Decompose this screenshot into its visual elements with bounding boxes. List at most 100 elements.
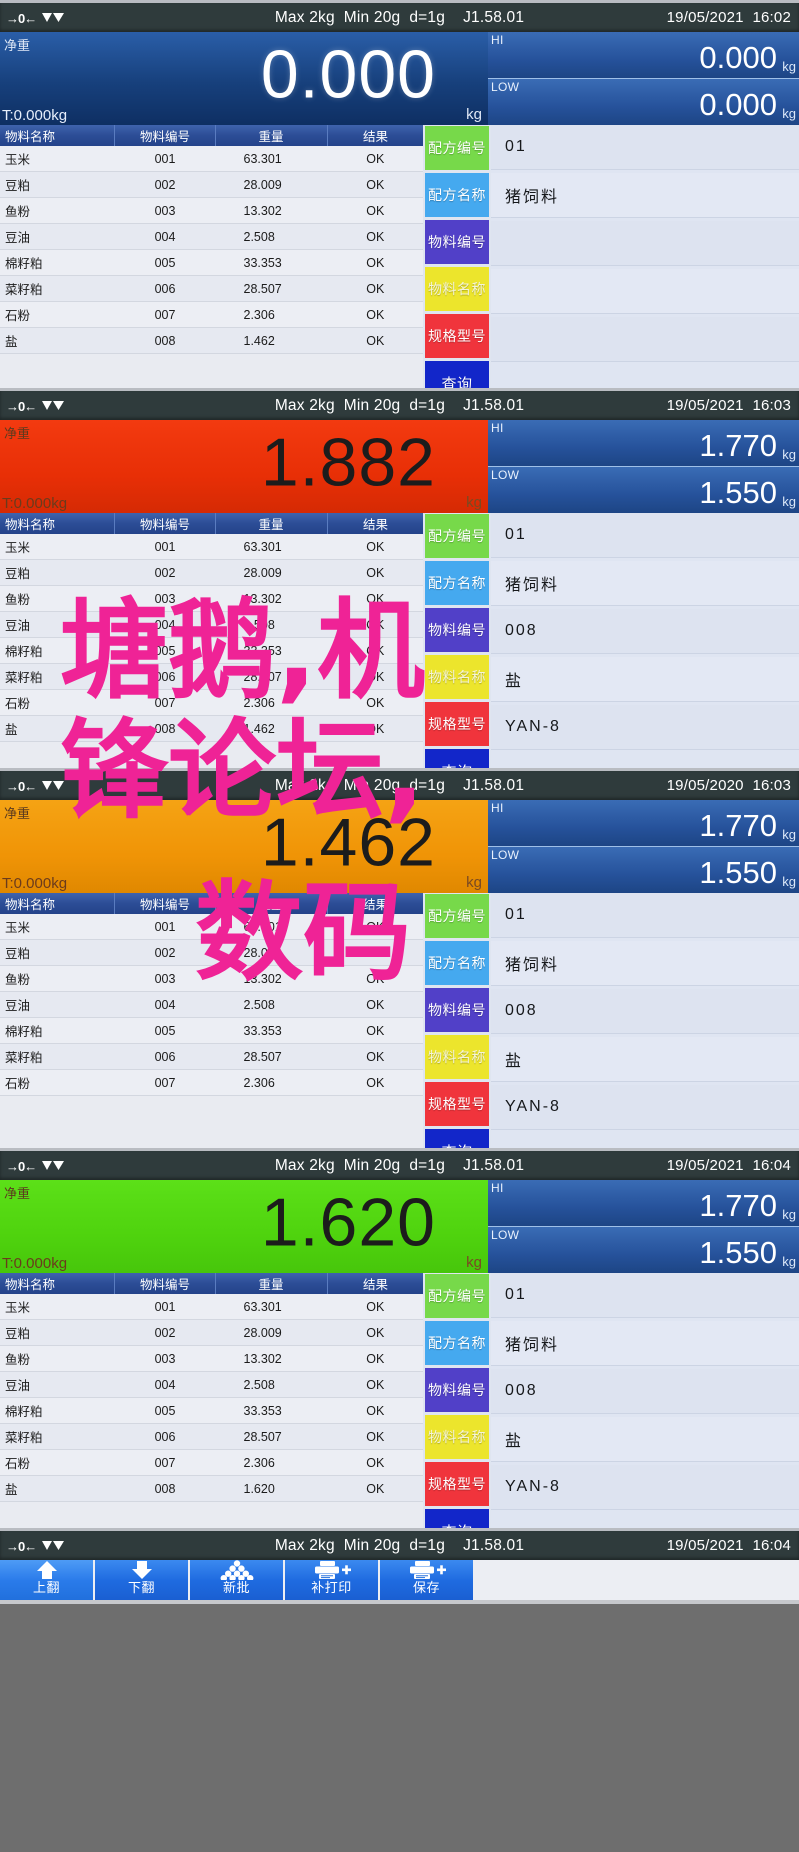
side-button-formula_no[interactable]: 配方编号 <box>425 1274 489 1318</box>
table-row[interactable]: 豆粕 002 28.009 OK <box>0 939 423 966</box>
side-button-spec_model[interactable]: 规格型号 <box>425 702 489 746</box>
table-row[interactable]: 豆粕 002 28.009 OK <box>0 559 423 586</box>
table-row[interactable]: 豆粕 002 28.009 OK <box>0 171 423 198</box>
side-button-spec_model[interactable]: 规格型号 <box>425 1082 489 1126</box>
toolbar-button-new_batch[interactable]: 新批 <box>190 1557 283 1600</box>
net-weight-display: 净重 1.620 T:0.000kg kg <box>0 1180 488 1273</box>
table-row[interactable]: 鱼粉 003 13.302 OK <box>0 585 423 612</box>
table-row[interactable]: 豆粕 002 28.009 OK <box>0 1319 423 1346</box>
table-row[interactable]: 盐 008 1.462 OK <box>0 715 423 742</box>
side-value-spec_model: YAN-8 <box>491 1465 799 1510</box>
table-row[interactable]: 鱼粉 003 13.302 OK <box>0 1345 423 1372</box>
table-row[interactable]: 菜籽粕 006 28.507 OK <box>0 275 423 302</box>
cell-weight: 28.507 <box>215 1423 328 1450</box>
panel-body: 物料名称 物料编号 重量 结果 玉米 001 63.301 OK 豆粕 002 28.009 OK 鱼粉… <box>0 513 799 795</box>
table-row[interactable]: 棉籽粕 005 33.353 OK <box>0 1397 423 1424</box>
table-row[interactable]: 棉籽粕 005 33.353 OK <box>0 249 423 276</box>
table-row[interactable]: 豆油 004 2.508 OK <box>0 1371 423 1398</box>
table-row[interactable]: 玉米 001 63.301 OK <box>0 534 423 560</box>
hi-low-limits: HI 1.770 kg LOW 1.550 kg <box>488 1180 799 1273</box>
net-weight-display: 净重 0.000 T:0.000kg kg <box>0 32 488 125</box>
cell-material-code: 002 <box>114 1319 216 1346</box>
hi-limit-cell: HI 1.770 kg <box>488 800 799 847</box>
side-button-material_no[interactable]: 物料编号 <box>425 1368 489 1412</box>
stack-pile-icon <box>220 1560 254 1580</box>
datetime-text: 19/05/2021 16:03 <box>666 397 791 414</box>
toolbar-button-reprint[interactable]: 补打印 <box>285 1557 378 1600</box>
net-weight-label: 净重 <box>4 38 31 53</box>
side-button-formula_name[interactable]: 配方名称 <box>425 173 489 217</box>
table-row[interactable]: 菜籽粕 006 28.507 OK <box>0 1043 423 1070</box>
cell-material-name: 豆油 <box>0 223 115 250</box>
side-button-material_no[interactable]: 物料编号 <box>425 220 489 264</box>
side-button-column: 配方编号配方名称物料编号物料名称规格型号查询 <box>423 125 491 407</box>
hi-low-limits: HI 0.000 kg LOW 0.000 kg <box>488 32 799 125</box>
low-limit-label: LOW <box>491 848 520 862</box>
table-row[interactable]: 玉米 001 63.301 OK <box>0 914 423 940</box>
toolbar-button-page_down[interactable]: 下翻 <box>95 1557 188 1600</box>
low-limit-unit: kg <box>782 106 796 121</box>
side-button-formula_no[interactable]: 配方编号 <box>425 894 489 938</box>
table-row[interactable]: 盐 008 1.462 OK <box>0 327 423 354</box>
material-table[interactable]: 物料名称 物料编号 重量 结果 玉米 001 63.301 OK 豆粕 002 28.009 OK 鱼粉… <box>0 125 423 407</box>
side-button-spec_model[interactable]: 规格型号 <box>425 1462 489 1506</box>
side-button-formula_name[interactable]: 配方名称 <box>425 941 489 985</box>
side-button-material_no[interactable]: 物料编号 <box>425 988 489 1032</box>
table-row[interactable]: 鱼粉 003 13.302 OK <box>0 965 423 992</box>
table-row[interactable]: 石粉 007 2.306 OK <box>0 1449 423 1476</box>
side-value-material_name: 盐 <box>491 1417 799 1462</box>
tare-value: T:0.000kg <box>2 1255 68 1272</box>
side-button-formula_no[interactable]: 配方编号 <box>425 514 489 558</box>
toolbar-button-page_up[interactable]: 上翻 <box>0 1557 93 1600</box>
material-table[interactable]: 物料名称 物料编号 重量 结果 玉米 001 63.301 OK 豆粕 002 28.009 OK 鱼粉… <box>0 893 423 1175</box>
table-row[interactable]: 鱼粉 003 13.302 OK <box>0 197 423 224</box>
net-weight-value: 1.462 <box>260 804 436 881</box>
cell-material-code: 007 <box>114 1449 216 1476</box>
table-row[interactable]: 豆油 004 2.508 OK <box>0 611 423 638</box>
side-value-column: 01 猪饲料 008 盐 YAN-8 <box>491 893 799 1175</box>
arrow-up-icon <box>34 1560 60 1580</box>
table-row[interactable]: 石粉 007 2.306 OK <box>0 1069 423 1096</box>
table-row[interactable]: 盐 008 1.620 OK <box>0 1475 423 1502</box>
cell-result: OK <box>327 1423 423 1450</box>
table-row[interactable]: 玉米 001 63.301 OK <box>0 146 423 172</box>
cell-material-name: 菜籽粕 <box>0 663 115 690</box>
toolbar-button-save[interactable]: 保存 <box>380 1557 473 1600</box>
cell-material-name: 石粉 <box>0 689 115 716</box>
side-button-material_no[interactable]: 物料编号 <box>425 608 489 652</box>
side-field-panel: 配方编号 配方名称 物料编号 物料名称 规格型号 查询 01 猪饲料 <box>423 125 799 407</box>
table-row[interactable]: 菜籽粕 006 28.507 OK <box>0 1423 423 1450</box>
material-table[interactable]: 物料名称 物料编号 重量 结果 玉米 001 63.301 OK 豆粕 002 28.009 OK 鱼粉… <box>0 1273 423 1555</box>
hi-limit-unit: kg <box>782 447 796 462</box>
cell-result: OK <box>327 1475 423 1502</box>
side-button-material_name[interactable]: 物料名称 <box>425 1035 489 1079</box>
table-row[interactable]: 石粉 007 2.306 OK <box>0 301 423 328</box>
side-button-material_name[interactable]: 物料名称 <box>425 655 489 699</box>
side-button-formula_no[interactable]: 配方编号 <box>425 126 489 170</box>
material-table[interactable]: 物料名称 物料编号 重量 结果 玉米 001 63.301 OK 豆粕 002 28.009 OK 鱼粉… <box>0 513 423 795</box>
table-row[interactable]: 石粉 007 2.306 OK <box>0 689 423 716</box>
side-button-spec_model[interactable]: 规格型号 <box>425 314 489 358</box>
side-button-formula_name[interactable]: 配方名称 <box>425 561 489 605</box>
cell-material-name: 菜籽粕 <box>0 275 115 302</box>
tare-value: T:0.000kg <box>2 875 68 892</box>
table-row[interactable]: 菜籽粕 006 28.507 OK <box>0 663 423 690</box>
cell-material-code: 005 <box>114 637 216 664</box>
cell-weight: 28.507 <box>215 663 328 690</box>
net-weight-unit: kg <box>466 874 482 891</box>
cell-weight: 1.620 <box>215 1475 328 1502</box>
side-button-formula_name[interactable]: 配方名称 <box>425 1321 489 1365</box>
cell-weight: 28.507 <box>215 275 328 302</box>
table-row[interactable]: 棉籽粕 005 33.353 OK <box>0 637 423 664</box>
cell-material-code: 003 <box>114 585 216 612</box>
side-button-material_name[interactable]: 物料名称 <box>425 267 489 311</box>
cell-material-code: 006 <box>114 1423 216 1450</box>
table-row[interactable]: 玉米 001 63.301 OK <box>0 1294 423 1320</box>
table-row[interactable]: 豆油 004 2.508 OK <box>0 223 423 250</box>
status-bar: →0← Max 2kg Min 20g d=1g J1.58.01 19/05/20… <box>0 391 799 420</box>
side-button-material_name[interactable]: 物料名称 <box>425 1415 489 1459</box>
cell-material-code: 005 <box>114 249 216 276</box>
net-weight-value: 1.620 <box>260 1184 436 1261</box>
table-row[interactable]: 豆油 004 2.508 OK <box>0 991 423 1018</box>
table-row[interactable]: 棉籽粕 005 33.353 OK <box>0 1017 423 1044</box>
